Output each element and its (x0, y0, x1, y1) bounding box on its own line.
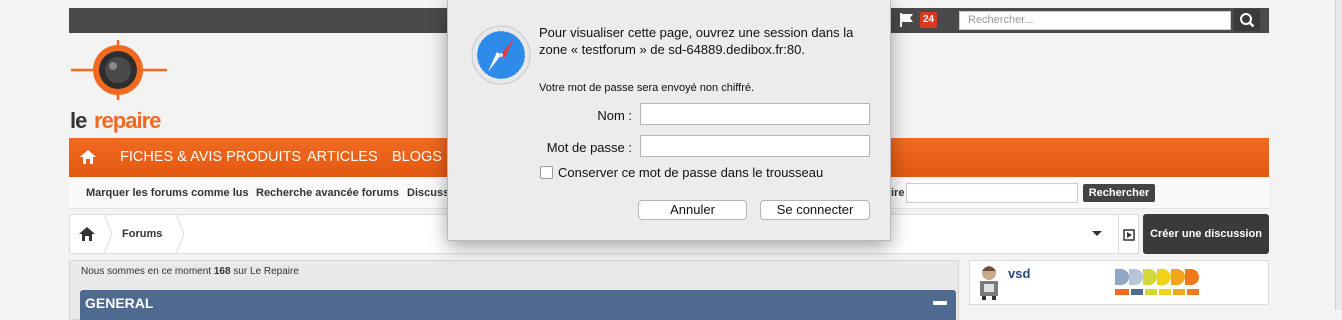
chevron-down-icon[interactable] (1090, 226, 1104, 240)
advanced-search-link[interactable]: Recherche avancée forums (256, 177, 399, 209)
subnav-fragment-label: ire (891, 187, 905, 199)
search-input[interactable]: Rechercher... (959, 11, 1231, 30)
home-icon[interactable] (80, 150, 96, 164)
password-field[interactable] (640, 135, 870, 157)
user-name[interactable]: vsd (1008, 266, 1030, 281)
quick-search-input[interactable] (906, 183, 1078, 203)
notification-count-badge[interactable]: 24 (920, 12, 937, 28)
password-label: Mot de passe : (546, 140, 632, 155)
avatar[interactable] (975, 264, 1003, 300)
name-label: Nom : (597, 108, 632, 123)
svg-text:repaire: repaire (94, 108, 161, 133)
quick-search-button[interactable]: Rechercher (1083, 184, 1155, 202)
collapse-icon[interactable] (933, 301, 947, 305)
safari-compass-icon (470, 24, 532, 86)
user-badges (1113, 267, 1203, 297)
connect-button[interactable]: Se connecter (760, 200, 870, 220)
create-discussion-button[interactable]: Créer une discussion (1143, 214, 1269, 254)
cancel-button[interactable]: Annuler (638, 200, 747, 220)
discussions-link[interactable]: Discussi (407, 177, 452, 209)
nav-item-blogs[interactable]: BLOGS (392, 138, 442, 177)
window-edge (1335, 0, 1342, 310)
nav-item-articles[interactable]: ARTICLES (307, 138, 378, 177)
search-button[interactable] (1234, 9, 1260, 31)
site-logo[interactable]: le repaire (69, 38, 179, 133)
dialog-message: Pour visualiser cette page, ouvrez une s… (539, 25, 854, 57)
keep-password-label[interactable]: Conserver ce mot de passe dans le trouss… (558, 165, 823, 180)
breadcrumb-home[interactable] (69, 214, 107, 254)
mark-forums-read-link[interactable]: Marquer les forums comme lus (86, 177, 249, 209)
jump-button[interactable] (1118, 214, 1139, 254)
section-header-general[interactable]: GENERAL (80, 290, 956, 320)
flag-icon[interactable] (898, 12, 916, 28)
name-field[interactable] (640, 103, 870, 125)
dialog-note: Votre mot de passe sera envoyé non chiff… (539, 82, 755, 94)
keep-password-checkbox[interactable] (540, 166, 553, 179)
home-icon (79, 227, 95, 241)
nav-item-fiches[interactable]: FICHES & AVIS PRODUITS (120, 138, 301, 177)
breadcrumb-forums[interactable]: Forums (122, 214, 162, 254)
online-prefix: Nous sommes en ce moment (81, 266, 214, 277)
online-count: 168 (213, 266, 231, 277)
search-icon (1240, 13, 1255, 28)
online-suffix: sur Le Repaire (230, 266, 299, 277)
svg-text:le: le (70, 108, 87, 133)
online-users-text: Nous sommes en ce moment 168 sur Le Repa… (81, 266, 299, 277)
